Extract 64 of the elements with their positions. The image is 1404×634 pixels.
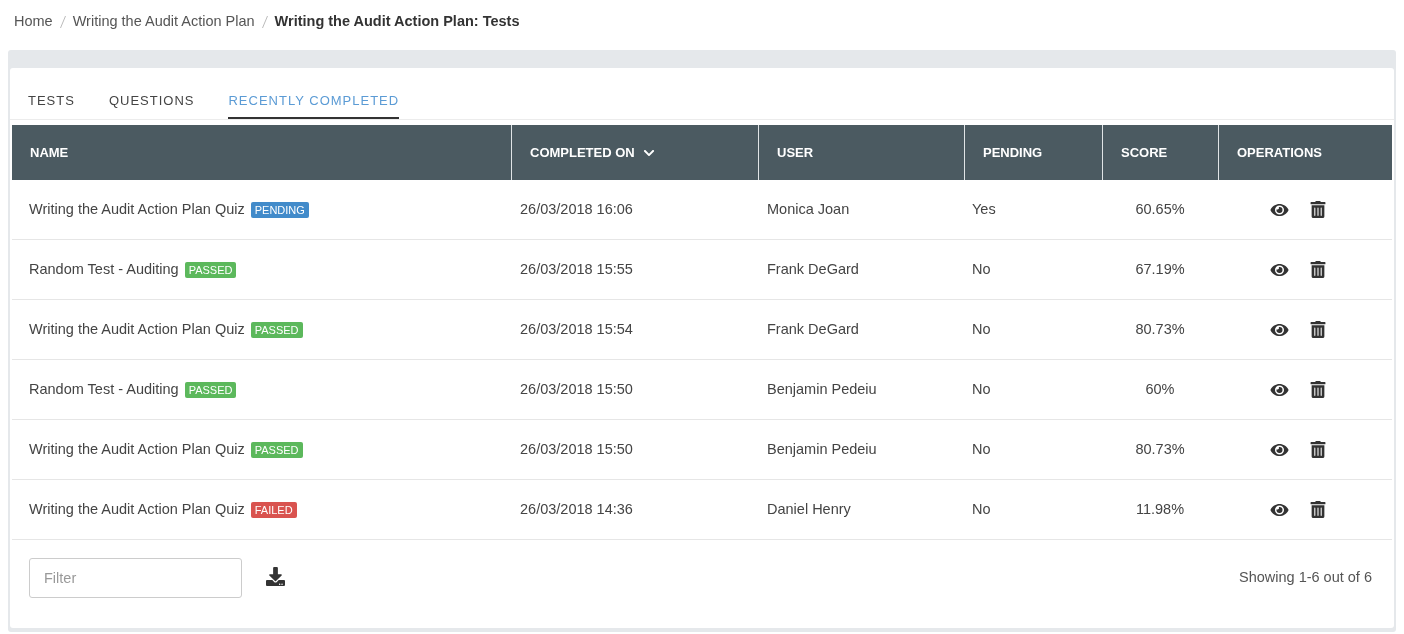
tab[interactable]: QUESTIONS	[108, 85, 195, 119]
breadcrumb-separator-icon	[261, 16, 268, 28]
test-name: Writing the Audit Action Plan Quiz	[29, 499, 245, 519]
completed-date: 26/03/2018 16:06	[520, 199, 633, 219]
status-badge: PASSED	[184, 261, 237, 278]
test-name: Random Test - Auditing	[29, 259, 179, 279]
user-name: Frank DeGard	[767, 319, 859, 339]
eye-icon[interactable]	[1269, 441, 1290, 458]
eye-icon[interactable]	[1269, 201, 1290, 218]
download-icon[interactable]	[265, 566, 286, 586]
status-badge: FAILED	[250, 501, 297, 518]
user-name: Benjamin Pedeiu	[767, 379, 877, 399]
eye-icon[interactable]	[1269, 321, 1290, 338]
user-name: Monica Joan	[767, 199, 850, 219]
test-name: Random Test - Auditing	[29, 379, 179, 399]
score-value: 60.65%	[1135, 199, 1185, 219]
breadcrumb-link[interactable]: Home	[14, 11, 53, 33]
status-badge: PENDING	[250, 201, 309, 218]
column-header[interactable]: NAME	[30, 142, 69, 163]
user-name: Frank DeGard	[767, 259, 859, 279]
score-value: 80.73%	[1135, 439, 1185, 459]
pending-value: No	[972, 499, 991, 519]
score-value: 80.73%	[1135, 319, 1185, 339]
pending-value: Yes	[972, 199, 996, 219]
pending-value: No	[972, 319, 991, 339]
eye-icon[interactable]	[1269, 381, 1290, 398]
trash-icon[interactable]	[1310, 501, 1326, 518]
score-value: 11.98%	[1135, 499, 1185, 519]
trash-icon[interactable]	[1310, 261, 1326, 278]
breadcrumb-current: Writing the Audit Action Plan: Tests	[274, 12, 520, 32]
breadcrumb-link[interactable]: Writing the Audit Action Plan	[72, 11, 255, 33]
filter-field[interactable]: Filter	[29, 558, 242, 598]
column-header[interactable]: COMPLETED ON	[530, 142, 635, 163]
trash-icon[interactable]	[1310, 441, 1326, 458]
breadcrumb-separator-icon	[59, 16, 66, 28]
trash-icon[interactable]	[1310, 381, 1326, 398]
results-summary: Showing 1-6 out of 6	[1239, 568, 1372, 588]
tab[interactable]: TESTS	[28, 85, 75, 119]
column-header[interactable]: OPERATIONS	[1237, 142, 1322, 163]
status-badge: PASSED	[184, 381, 237, 398]
pending-value: No	[972, 259, 991, 279]
test-name: Writing the Audit Action Plan Quiz	[29, 199, 245, 219]
test-name: Writing the Audit Action Plan Quiz	[29, 319, 245, 339]
completed-date: 26/03/2018 14:36	[520, 499, 633, 519]
pending-value: No	[972, 439, 991, 459]
pending-value: No	[972, 379, 991, 399]
user-name: Daniel Henry	[767, 499, 851, 519]
test-name: Writing the Audit Action Plan Quiz	[29, 439, 245, 459]
column-header[interactable]: SCORE	[1121, 142, 1168, 163]
completed-date: 26/03/2018 15:55	[520, 259, 633, 279]
column-header[interactable]: PENDING	[983, 142, 1043, 163]
trash-icon[interactable]	[1310, 321, 1326, 338]
eye-icon[interactable]	[1269, 261, 1290, 278]
trash-icon[interactable]	[1310, 201, 1326, 218]
status-badge: PASSED	[250, 441, 303, 458]
score-value: 67.19%	[1135, 259, 1185, 279]
user-name: Benjamin Pedeiu	[767, 439, 877, 459]
status-badge: PASSED	[250, 321, 303, 338]
score-value: 60%	[1145, 379, 1175, 399]
eye-icon[interactable]	[1269, 501, 1290, 518]
column-header[interactable]: USER	[777, 142, 814, 163]
completed-date: 26/03/2018 15:50	[520, 379, 633, 399]
completed-date: 26/03/2018 15:50	[520, 439, 633, 459]
completed-date: 26/03/2018 15:54	[520, 319, 633, 339]
